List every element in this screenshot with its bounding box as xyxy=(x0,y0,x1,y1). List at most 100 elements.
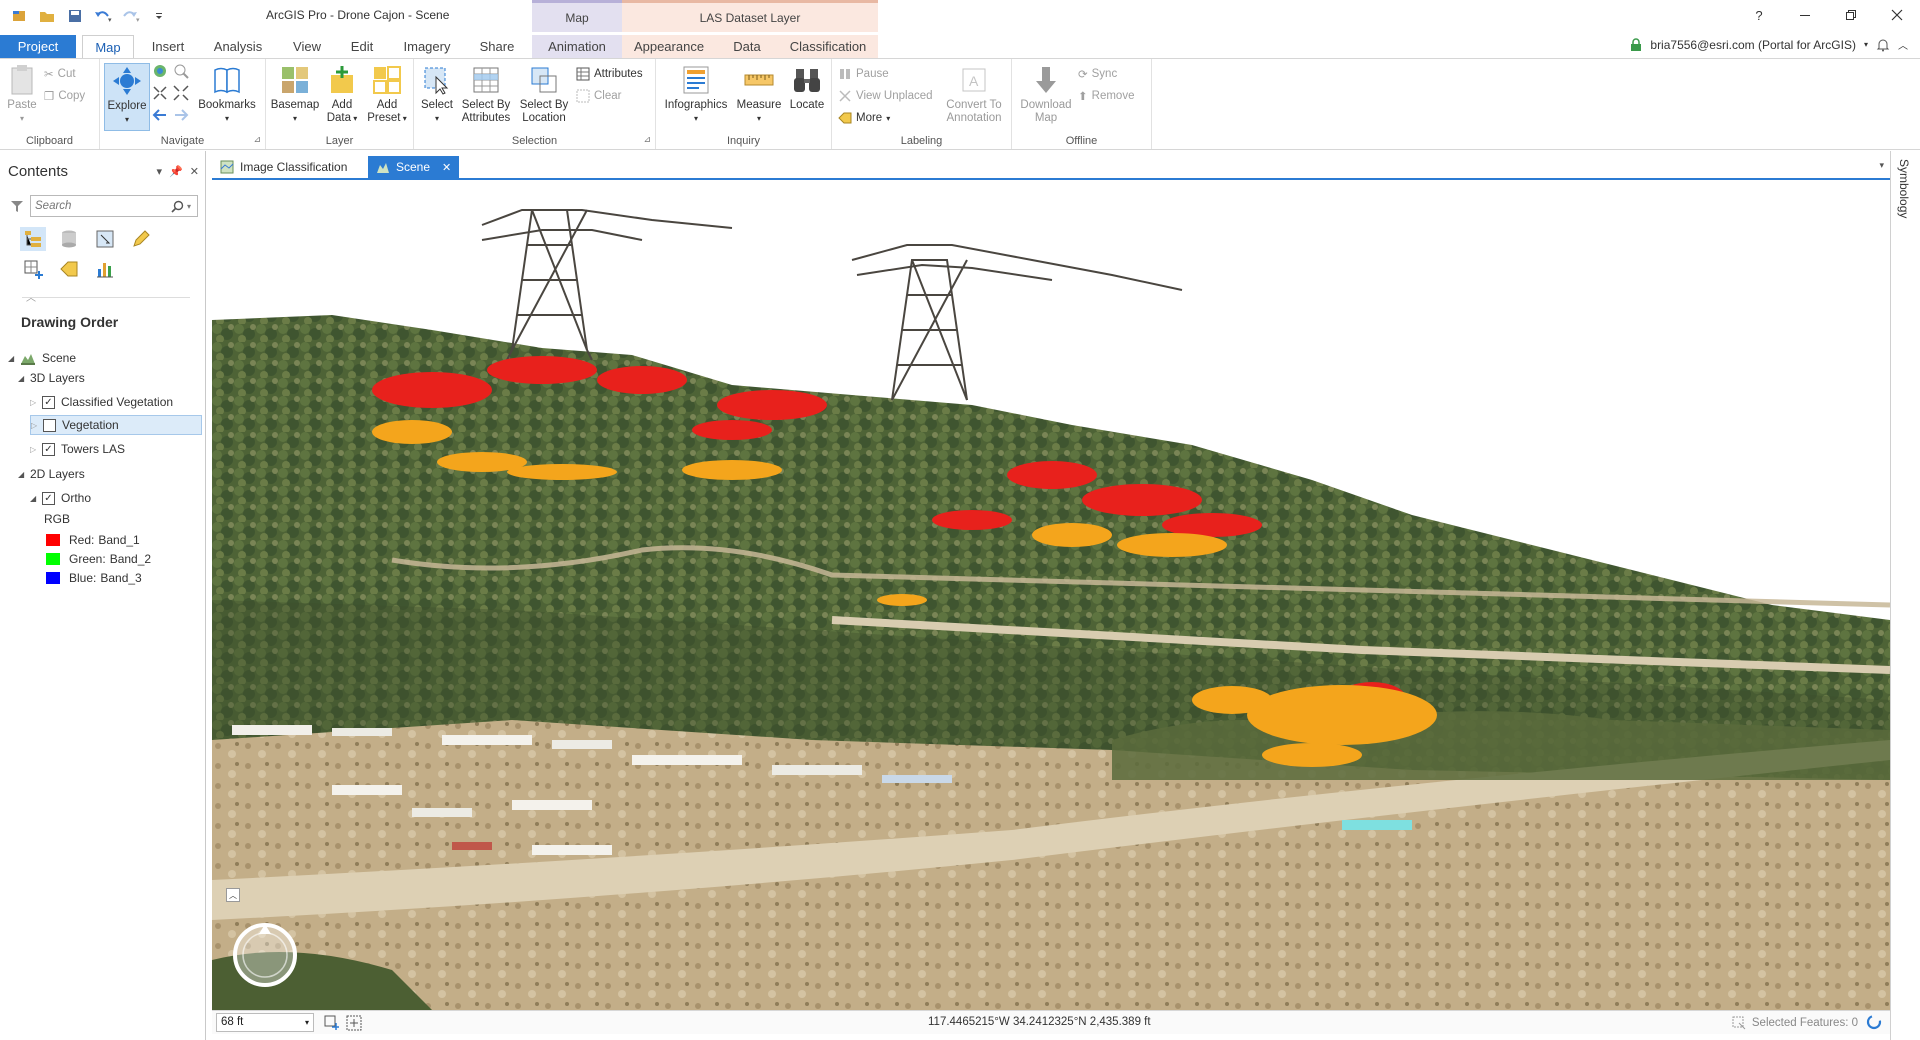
tree-layer-towers-las[interactable]: ▷ ✓ Towers LAS xyxy=(30,439,125,459)
tree-item-scene[interactable]: ◢ Scene xyxy=(8,348,76,368)
explore-button[interactable]: Explore ▾ xyxy=(104,63,150,131)
list-by-editing-icon[interactable] xyxy=(128,227,154,251)
layer-visibility-checkbox[interactable]: ✓ xyxy=(42,491,55,505)
list-by-charts-icon[interactable] xyxy=(92,257,118,281)
minimize-button[interactable] xyxy=(1782,0,1828,30)
layer-visibility-checkbox[interactable] xyxy=(43,418,56,432)
expand-triangle-icon[interactable]: ◢ xyxy=(30,494,42,503)
search-input[interactable] xyxy=(35,200,171,212)
chevron-down-icon[interactable]: ▾ xyxy=(1864,40,1868,49)
tab-imagery[interactable]: Imagery xyxy=(396,35,458,58)
close-window-button[interactable] xyxy=(1874,0,1920,30)
search-icon[interactable] xyxy=(171,200,184,213)
collapse-triangle-icon[interactable]: ▷ xyxy=(30,445,42,454)
full-extent-icon[interactable] xyxy=(152,63,173,82)
tab-map[interactable]: Map xyxy=(82,35,134,58)
signed-in-user[interactable]: bria7556@esri.com (Portal for ArcGIS) xyxy=(1650,38,1856,52)
basemap-button[interactable]: Basemap ▾ xyxy=(270,63,320,125)
view-unplaced-button[interactable]: View Unplaced xyxy=(838,87,933,105)
collapse-ribbon-icon[interactable]: ︿ xyxy=(1898,37,1908,52)
redo-icon[interactable]: ▾ xyxy=(120,6,142,26)
attributes-button[interactable]: Attributes xyxy=(576,65,643,83)
list-by-selection-icon[interactable] xyxy=(92,227,118,251)
measure-button[interactable]: Measure ▾ xyxy=(734,63,784,125)
bookmarks-button[interactable]: Bookmarks ▾ xyxy=(196,63,258,125)
list-by-data-source-icon[interactable] xyxy=(56,227,82,251)
collapse-triangle-icon[interactable]: ▷ xyxy=(31,421,43,430)
select-by-attributes-button[interactable]: Select By Attributes xyxy=(458,63,514,125)
scene-view[interactable]: ︿ xyxy=(212,178,1890,1010)
bell-icon[interactable] xyxy=(1876,38,1890,52)
tree-group-2d-layers[interactable]: ◢ 2D Layers xyxy=(18,464,85,484)
copy-button[interactable]: ❐ Copy xyxy=(44,87,85,105)
undo-icon[interactable]: ▾ xyxy=(92,6,114,26)
tree-layer-vegetation[interactable]: ▷ Vegetation xyxy=(30,415,202,435)
tree-layer-ortho[interactable]: ◢ ✓ Ortho xyxy=(30,488,91,508)
symbology-pane-tab[interactable]: Symbology xyxy=(1897,159,1911,218)
infographics-button[interactable]: Infographics ▾ xyxy=(660,63,732,125)
refresh-icon[interactable] xyxy=(1866,1014,1882,1030)
download-map-button[interactable]: Download Map xyxy=(1016,63,1076,125)
show-navigator-controls-button[interactable]: ︿ xyxy=(226,888,240,902)
tab-scene[interactable]: Scene ✕ xyxy=(368,156,460,178)
tab-analysis[interactable]: Analysis xyxy=(206,35,270,58)
customize-toolbar-icon[interactable] xyxy=(148,6,170,26)
tab-overflow-icon[interactable]: ▾ xyxy=(1879,160,1884,171)
tree-layer-classified-vegetation[interactable]: ▷ ✓ Classified Vegetation xyxy=(30,392,173,412)
restore-button[interactable] xyxy=(1828,0,1874,30)
close-tab-icon[interactable]: ✕ xyxy=(442,161,451,174)
add-data-button[interactable]: Add Data ▾ xyxy=(322,63,362,125)
remove-button[interactable]: ⬆ Remove xyxy=(1078,87,1134,105)
tab-animation[interactable]: Animation xyxy=(532,35,622,58)
paste-button[interactable]: Paste ▾ xyxy=(4,63,40,125)
expand-triangle-icon[interactable]: ◢ xyxy=(18,470,30,479)
selection-launcher-icon[interactable]: ⊿ xyxy=(643,134,651,145)
select-by-location-button[interactable]: Select By Location xyxy=(516,63,572,125)
layer-visibility-checkbox[interactable]: ✓ xyxy=(42,395,55,409)
tab-appearance[interactable]: Appearance xyxy=(622,35,716,58)
sync-button[interactable]: ⟳ Sync xyxy=(1078,65,1117,83)
more-labeling-button[interactable]: More ▾ xyxy=(838,109,890,127)
expand-triangle-icon[interactable]: ◢ xyxy=(8,354,20,363)
expand-triangle-icon[interactable]: ◢ xyxy=(18,374,30,383)
help-button[interactable]: ? xyxy=(1736,0,1782,30)
grid-extent-icon[interactable] xyxy=(324,1015,340,1031)
pause-labeling-button[interactable]: Pause xyxy=(838,65,889,83)
tree-group-3d-layers[interactable]: ◢ 3D Layers xyxy=(18,368,85,388)
cut-button[interactable]: ✂ Cut xyxy=(44,65,76,83)
tab-insert[interactable]: Insert xyxy=(142,35,194,58)
pin-icon[interactable]: 📌 xyxy=(169,165,183,178)
previous-extent-icon[interactable] xyxy=(152,107,173,126)
navigator-control[interactable] xyxy=(230,920,300,990)
collapse-triangle-icon[interactable]: ▷ xyxy=(30,398,42,407)
scene-canvas[interactable] xyxy=(212,180,1890,1010)
save-project-icon[interactable] xyxy=(64,6,86,26)
tab-classification[interactable]: Classification xyxy=(778,35,878,58)
select-button[interactable]: Select ▾ xyxy=(418,63,456,125)
close-pane-icon[interactable]: ✕ xyxy=(190,165,199,178)
search-options-icon[interactable]: ▾ xyxy=(187,202,191,211)
tab-share[interactable]: Share xyxy=(470,35,524,58)
add-preset-button[interactable]: Add Preset ▾ xyxy=(364,63,410,125)
tab-view[interactable]: View xyxy=(282,35,332,58)
open-project-icon[interactable] xyxy=(36,6,58,26)
list-by-labeling-icon[interactable] xyxy=(56,257,82,281)
locate-button[interactable]: Locate xyxy=(786,63,828,112)
list-by-drawing-order-icon[interactable] xyxy=(20,227,46,251)
filter-icon[interactable] xyxy=(10,199,24,213)
refresh-extent-icon[interactable] xyxy=(346,1015,362,1031)
clear-selection-button[interactable]: Clear xyxy=(576,87,621,105)
fixed-zoom-in-icon[interactable] xyxy=(152,85,173,104)
layer-visibility-checkbox[interactable]: ✓ xyxy=(42,442,55,456)
tab-data[interactable]: Data xyxy=(716,35,778,58)
pane-options-icon[interactable]: ▾ xyxy=(157,165,163,178)
navigate-launcher-icon[interactable]: ⊿ xyxy=(253,134,261,145)
zoom-to-selection-icon[interactable] xyxy=(173,63,194,82)
new-project-icon[interactable] xyxy=(8,6,30,26)
tab-image-classification[interactable]: Image Classification xyxy=(212,156,355,178)
list-by-snapping-icon[interactable] xyxy=(20,257,46,281)
next-extent-icon[interactable] xyxy=(173,107,194,126)
scale-dropdown[interactable]: 68 ft ▾ xyxy=(216,1013,314,1032)
fixed-zoom-out-icon[interactable] xyxy=(173,85,194,104)
tab-project[interactable]: Project xyxy=(0,35,76,58)
